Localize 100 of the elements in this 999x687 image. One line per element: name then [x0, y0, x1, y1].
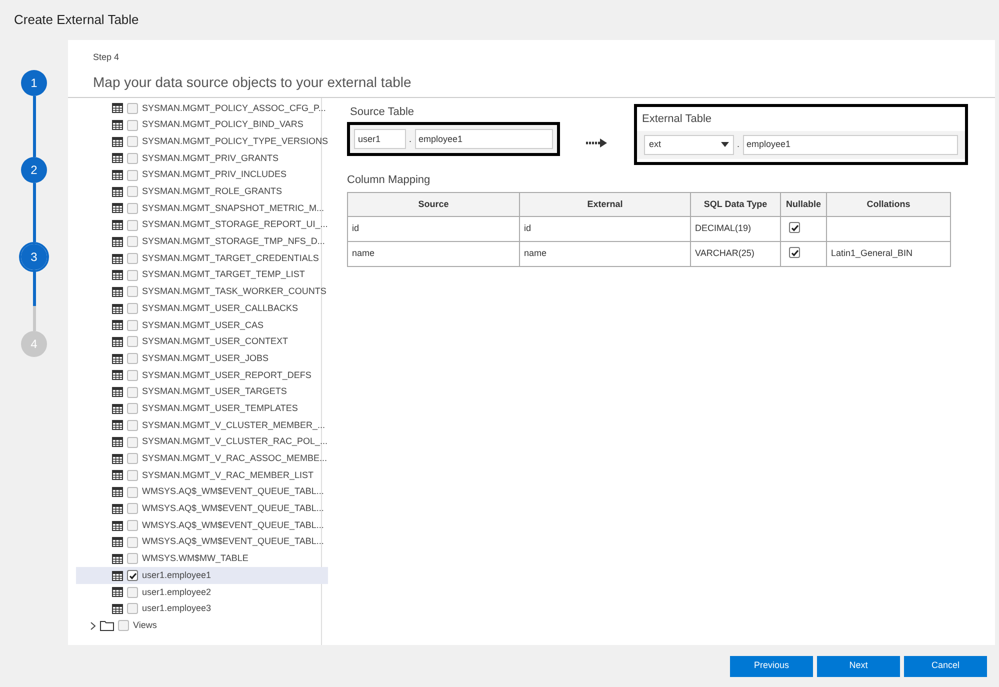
checkbox[interactable]: [127, 120, 138, 131]
checkbox[interactable]: [127, 503, 138, 514]
tree-item[interactable]: user1.employee3: [76, 600, 328, 618]
checkbox[interactable]: [127, 102, 138, 114]
checkbox[interactable]: [127, 453, 138, 464]
checkbox[interactable]: [127, 320, 138, 331]
tree-item[interactable]: WMSYS.WM$MW_TABLE: [76, 550, 328, 568]
checkbox[interactable]: [127, 303, 138, 314]
table-icon: [112, 236, 123, 247]
tree-item[interactable]: SYSMAN.MGMT_USER_CALLBACKS: [76, 300, 328, 317]
footer-button[interactable]: Previous: [730, 656, 813, 676]
tree-item[interactable]: Views: [76, 617, 328, 634]
checkbox[interactable]: [789, 247, 800, 258]
footer-button[interactable]: Next: [817, 656, 900, 676]
table-icon: [112, 554, 123, 564]
checkbox[interactable]: [789, 222, 800, 233]
tree-item[interactable]: SYSMAN.MGMT_STORAGE_TMP_NFS_D...: [76, 234, 328, 250]
table-icon: [112, 570, 123, 581]
tree-item[interactable]: SYSMAN.MGMT_TARGET_CREDENTIALS: [76, 250, 328, 267]
tree-item[interactable]: SYSMAN.MGMT_V_CLUSTER_RAC_POL_...: [76, 434, 328, 450]
checkbox[interactable]: [127, 170, 138, 181]
table-icon: [112, 437, 123, 448]
tree-item-label: SYSMAN.MGMT_TARGET_TEMP_LIST: [142, 268, 305, 282]
checkbox[interactable]: [127, 553, 138, 564]
tree-item[interactable]: SYSMAN.MGMT_USER_CAS: [76, 316, 328, 334]
checkbox[interactable]: [127, 420, 138, 431]
tree-item[interactable]: user1.employee2: [76, 584, 328, 601]
tree-item[interactable]: SYSMAN.MGMT_USER_TEMPLATES: [76, 400, 328, 418]
tree-item-label: SYSMAN.MGMT_ROLE_GRANTS: [142, 185, 282, 198]
table-icon: [112, 203, 123, 214]
tree-item[interactable]: SYSMAN.MGMT_TASK_WORKER_COUNTS: [76, 284, 328, 300]
table-cell: id: [348, 216, 520, 242]
tree-item[interactable]: SYSMAN.MGMT_USER_TARGETS: [76, 384, 328, 400]
checkbox[interactable]: [127, 253, 138, 264]
tree-item[interactable]: SYSMAN.MGMT_V_RAC_MEMBER_LIST: [76, 467, 328, 484]
table-name-field[interactable]: employee1: [742, 134, 958, 154]
table-icon: [112, 354, 123, 364]
separator-dot: .: [409, 132, 412, 146]
checkbox[interactable]: [127, 286, 138, 298]
checkbox[interactable]: [127, 220, 138, 231]
tree-item-label: SYSMAN.MGMT_POLICY_BIND_VARS: [142, 118, 304, 132]
checkbox[interactable]: [118, 620, 129, 632]
checkbox[interactable]: [127, 403, 138, 414]
tree-item[interactable]: SYSMAN.MGMT_USER_JOBS: [76, 350, 328, 367]
column-header: SQL Data Type: [690, 192, 780, 216]
tree-item-label: SYSMAN.MGMT_USER_CAS: [142, 318, 264, 332]
checkbox[interactable]: [127, 353, 138, 364]
tree-item-label: Views: [133, 618, 157, 632]
tree-item[interactable]: SYSMAN.MGMT_SNAPSHOT_METRIC_M...: [76, 200, 328, 217]
checkbox[interactable]: [127, 136, 138, 148]
tree-item[interactable]: user1.employee1: [76, 567, 328, 584]
checkbox[interactable]: [127, 236, 138, 248]
tree-item-label: SYSMAN.MGMT_PRIV_GRANTS: [142, 152, 279, 165]
checkbox[interactable]: [127, 603, 138, 614]
table-icon: [112, 320, 123, 330]
table-icon: [112, 420, 123, 430]
tree-item[interactable]: SYSMAN.MGMT_POLICY_ASSOC_CFG_P...: [76, 100, 328, 117]
checkbox[interactable]: [127, 586, 138, 598]
tree-item[interactable]: SYSMAN.MGMT_PRIV_INCLUDES: [76, 166, 328, 184]
table-name-field[interactable]: employee1: [414, 129, 553, 150]
tree-item[interactable]: WMSYS.AQ$_WM$EVENT_QUEUE_TABL...: [76, 484, 328, 500]
checkbox[interactable]: [127, 152, 138, 164]
tree-item[interactable]: SYSMAN.MGMT_TARGET_TEMP_LIST: [76, 266, 328, 284]
table-cell: DECIMAL(19): [690, 216, 780, 242]
tree-item[interactable]: WMSYS.AQ$_WM$EVENT_QUEUE_TABL...: [76, 500, 328, 518]
checkbox[interactable]: [127, 470, 138, 481]
checkbox[interactable]: [127, 386, 138, 398]
tree-item[interactable]: SYSMAN.MGMT_V_CLUSTER_MEMBER_...: [76, 417, 328, 434]
expand-chevron-icon[interactable]: [90, 622, 96, 630]
checkbox[interactable]: [127, 570, 138, 582]
checkbox[interactable]: [127, 202, 138, 214]
checkbox[interactable]: [127, 486, 138, 498]
tree-item[interactable]: WMSYS.AQ$_WM$EVENT_QUEUE_TABL...: [76, 517, 328, 534]
tree-item[interactable]: SYSMAN.MGMT_V_RAC_ASSOC_MEMBE...: [76, 450, 328, 468]
tree-item[interactable]: SYSMAN.MGMT_ROLE_GRANTS: [76, 183, 328, 200]
checkbox[interactable]: [127, 186, 138, 198]
tree-item[interactable]: SYSMAN.MGMT_POLICY_TYPE_VERSIONS: [76, 133, 328, 150]
checkbox[interactable]: [127, 336, 138, 348]
checkbox[interactable]: [127, 520, 138, 532]
tree-item[interactable]: SYSMAN.MGMT_POLICY_BIND_VARS: [76, 116, 328, 134]
tree-item[interactable]: SYSMAN.MGMT_PRIV_GRANTS: [76, 150, 328, 167]
tree-item[interactable]: SYSMAN.MGMT_USER_REPORT_DEFS: [76, 367, 328, 384]
tree-item-label: SYSMAN.MGMT_V_CLUSTER_MEMBER_...: [142, 418, 326, 432]
tree-item-label: SYSMAN.MGMT_STORAGE_TMP_NFS_D...: [142, 235, 325, 248]
table-icon: [112, 186, 123, 197]
tree-item[interactable]: SYSMAN.MGMT_STORAGE_REPORT_UI_...: [76, 216, 328, 234]
tree-item[interactable]: WMSYS.AQ$_WM$EVENT_QUEUE_TABL...: [76, 534, 328, 551]
checkbox[interactable]: [127, 436, 138, 448]
schema-field[interactable]: user1: [354, 129, 406, 150]
window-title: Create External Table: [14, 11, 139, 30]
checkbox[interactable]: [127, 370, 138, 381]
tree-item-label: SYSMAN.MGMT_TARGET_CREDENTIALS: [142, 252, 319, 265]
schema-dropdown[interactable]: ext: [644, 134, 734, 154]
tree-item[interactable]: SYSMAN.MGMT_USER_CONTEXT: [76, 334, 328, 350]
checkbox[interactable]: [127, 536, 138, 548]
footer-button[interactable]: Cancel: [904, 656, 987, 676]
tree-item-label: WMSYS.AQ$_WM$EVENT_QUEUE_TABL...: [142, 502, 324, 516]
external-table-label: External Table: [641, 112, 713, 127]
checkbox[interactable]: [127, 270, 138, 281]
tree-item-label: SYSMAN.MGMT_PRIV_INCLUDES: [142, 168, 287, 182]
